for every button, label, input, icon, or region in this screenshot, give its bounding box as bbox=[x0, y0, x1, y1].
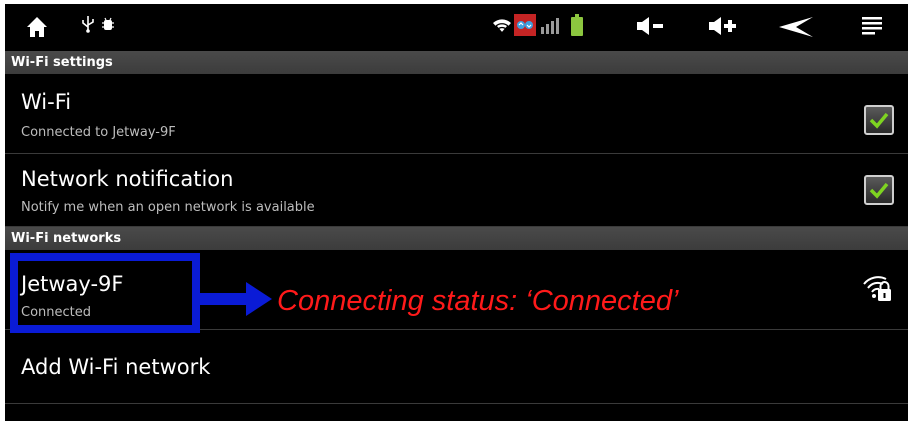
wifi-checkbox[interactable] bbox=[864, 105, 894, 135]
wifi-title: Wi-Fi bbox=[21, 90, 72, 114]
network-notification-title: Network notification bbox=[21, 167, 234, 191]
home-icon[interactable] bbox=[25, 15, 49, 39]
sync-icon bbox=[514, 14, 536, 36]
signal-icon bbox=[541, 18, 559, 34]
network-notification-subtitle: Notify me when an open network is availa… bbox=[21, 200, 315, 215]
android-screen: Wi-Fi settings Wi-Fi Connected to Jetway… bbox=[5, 4, 908, 421]
wifi-networks-header: Wi-Fi networks bbox=[5, 227, 908, 250]
wifi-settings-header: Wi-Fi settings bbox=[5, 51, 908, 74]
wifi-status-text: Connected to Jetway-9F bbox=[21, 125, 176, 140]
battery-icon bbox=[571, 14, 583, 36]
wifi-icon bbox=[493, 19, 511, 34]
wifi-toggle-row[interactable]: Wi-Fi Connected to Jetway-9F bbox=[5, 74, 908, 154]
network-notification-row[interactable]: Network notification Notify me when an o… bbox=[5, 154, 908, 227]
annotation-highlight-box bbox=[10, 253, 200, 333]
wifi-lock-icon bbox=[863, 276, 891, 301]
annotation-text: Connecting status: ‘Connected’ bbox=[277, 285, 679, 317]
volume-down-icon[interactable] bbox=[635, 16, 665, 36]
add-wifi-network-label: Add Wi-Fi network bbox=[21, 355, 211, 379]
status-bar bbox=[5, 4, 908, 51]
add-wifi-network-row[interactable]: Add Wi-Fi network bbox=[5, 330, 908, 404]
network-notification-checkbox[interactable] bbox=[864, 175, 894, 205]
check-icon bbox=[869, 182, 889, 199]
volume-up-icon[interactable] bbox=[707, 16, 737, 36]
android-debug-icon bbox=[102, 17, 114, 30]
usb-icon bbox=[82, 16, 94, 33]
back-icon[interactable] bbox=[778, 16, 814, 38]
check-icon bbox=[869, 112, 889, 129]
annotation-arrow-icon bbox=[194, 282, 272, 316]
menu-icon[interactable] bbox=[861, 16, 883, 38]
